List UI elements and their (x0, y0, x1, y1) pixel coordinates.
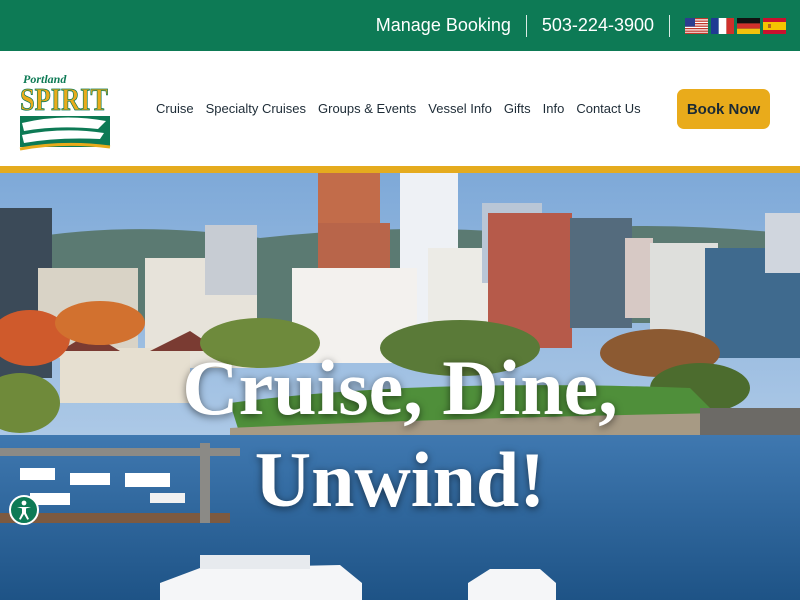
portland-spirit-logo[interactable]: Portland SPIRIT (18, 61, 114, 151)
nav-cruise[interactable]: Cruise (150, 101, 200, 116)
divider (669, 14, 670, 37)
svg-text:SPIRIT: SPIRIT (20, 81, 108, 117)
us-flag-icon[interactable] (685, 17, 708, 34)
es-flag-icon[interactable] (763, 17, 786, 34)
manage-booking-link[interactable]: Manage Booking (376, 15, 511, 36)
language-switcher (685, 17, 786, 34)
main-nav: Cruise Specialty Cruises Groups & Events… (150, 101, 647, 116)
top-utility-bar: Manage Booking 503-224-3900 (0, 0, 800, 51)
book-now-button[interactable]: Book Now (677, 89, 770, 129)
nav-vessel-info[interactable]: Vessel Info (422, 101, 498, 116)
nav-info[interactable]: Info (537, 101, 571, 116)
hero-headline-line-2: Unwind! (254, 436, 546, 523)
nav-gifts[interactable]: Gifts (498, 101, 537, 116)
phone-link[interactable]: 503-224-3900 (542, 15, 654, 36)
site-header: Portland SPIRIT Cruise Specialty Cruises… (0, 51, 800, 166)
header-accent-rule (0, 166, 800, 173)
nav-contact-us[interactable]: Contact Us (570, 101, 646, 116)
hero-banner: Cruise, Dine, Unwind! (0, 173, 800, 600)
fr-flag-icon[interactable] (711, 17, 734, 34)
accessibility-button[interactable] (9, 495, 39, 525)
nav-groups-events[interactable]: Groups & Events (312, 101, 422, 116)
divider (525, 14, 527, 37)
accessibility-icon (17, 500, 31, 520)
de-flag-icon[interactable] (737, 17, 760, 34)
nav-specialty-cruises[interactable]: Specialty Cruises (200, 101, 312, 116)
hero-headline-line-1: Cruise, Dine, (182, 344, 618, 431)
